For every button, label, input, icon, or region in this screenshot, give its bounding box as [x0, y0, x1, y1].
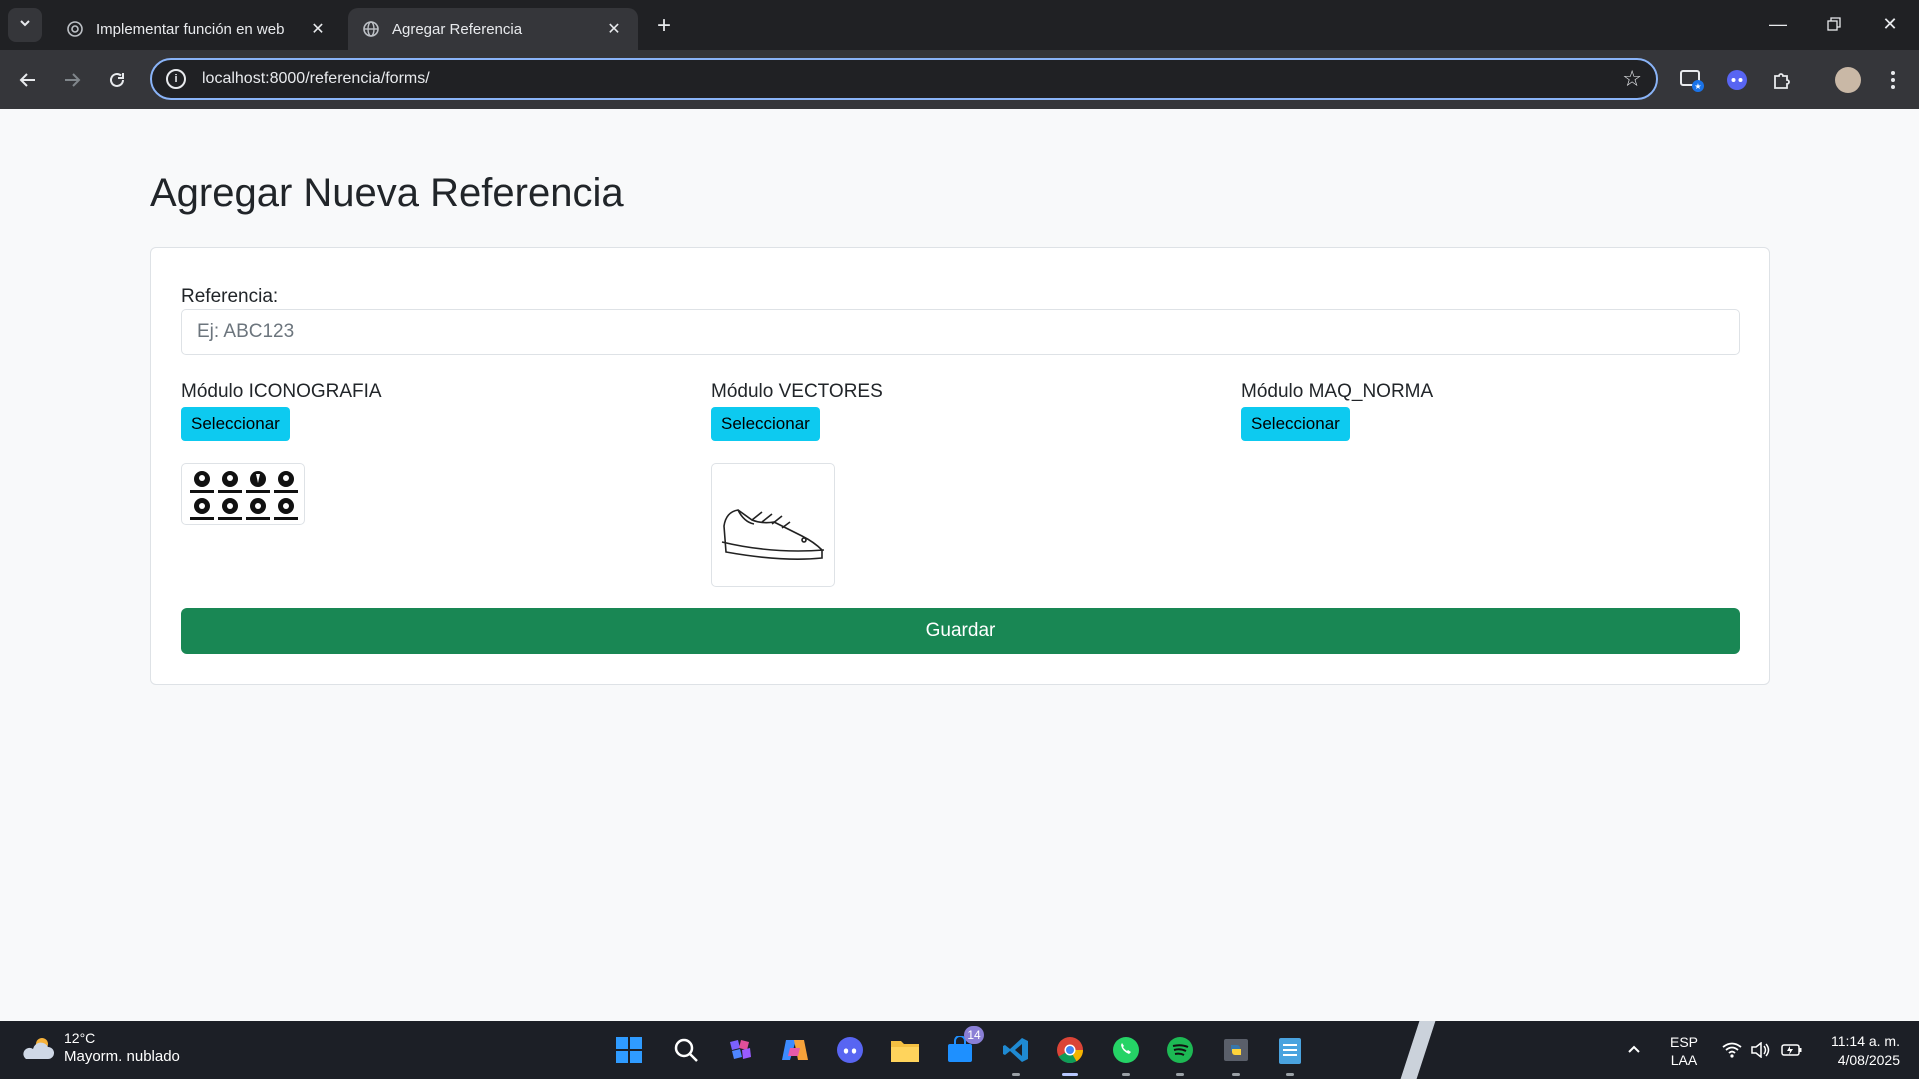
extension-cast-icon[interactable]: ★ [1676, 64, 1708, 96]
tab-label: Agregar Referencia [392, 20, 523, 38]
cloud-sun-icon [23, 1037, 54, 1059]
weather-widget[interactable]: 12°C Mayorm. nublado [20, 1029, 180, 1066]
microsoft-store-icon[interactable]: 14 [942, 1026, 984, 1068]
select-iconografia-button[interactable]: Seleccionar [181, 407, 290, 441]
vectores-preview-image [711, 463, 835, 587]
copilot-icon[interactable] [777, 1032, 813, 1068]
reference-label: Referencia: [181, 286, 279, 307]
bookmark-star-icon[interactable]: ☆ [1622, 66, 1642, 92]
wifi-icon[interactable] [1722, 1021, 1742, 1079]
tab-implementar[interactable]: Implementar función en web ✕ [52, 8, 342, 50]
page-title: Agregar Nueva Referencia [150, 171, 624, 215]
close-tab-icon[interactable]: ✕ [604, 19, 624, 39]
running-indicator [1012, 1073, 1020, 1076]
module-vectores: Módulo VECTORES Seleccionar [711, 381, 1211, 441]
running-indicator [1122, 1073, 1130, 1076]
save-button[interactable]: Guardar [181, 608, 1740, 654]
avatar [1835, 67, 1861, 93]
weather-temp: 12°C [64, 1030, 96, 1046]
vscode-icon[interactable] [998, 1032, 1034, 1076]
module-title: Módulo MAQ_NORMA [1241, 381, 1434, 402]
whatsapp-icon[interactable] [1108, 1032, 1144, 1076]
close-tab-icon[interactable]: ✕ [308, 19, 328, 39]
page-content: Agregar Nueva Referencia Referencia: Mód… [0, 109, 1919, 1021]
winget-store-icon[interactable] [722, 1032, 758, 1068]
system-clock[interactable]: 11:14 a. m. 4/08/2025 [1810, 1032, 1900, 1070]
close-window-icon[interactable]: ✕ [1862, 0, 1918, 48]
search-icon[interactable] [668, 1032, 704, 1068]
windows-taskbar: 12°C Mayorm. nublado 14 ESP LAA 11:14 a.… [0, 1021, 1919, 1079]
store-badge: 14 [964, 1026, 984, 1044]
chevron-down-icon [18, 16, 32, 35]
tab-label: Implementar función en web [96, 20, 285, 38]
reload-icon[interactable] [99, 62, 135, 98]
chrome-icon[interactable] [1052, 1032, 1088, 1076]
python-icon[interactable] [1218, 1032, 1254, 1076]
minimize-icon[interactable]: — [1750, 0, 1806, 48]
weather-desc: Mayorm. nublado [64, 1048, 180, 1065]
select-maq-norma-button[interactable]: Seleccionar [1241, 407, 1350, 441]
browser-titlebar: Implementar función en web ✕ Agregar Ref… [0, 0, 1919, 50]
file-explorer-icon[interactable] [887, 1032, 923, 1068]
site-info-icon[interactable]: i [166, 69, 186, 89]
windows-start-icon[interactable] [611, 1032, 647, 1068]
volume-icon[interactable] [1750, 1021, 1770, 1079]
tab-agregar-referencia[interactable]: Agregar Referencia ✕ [348, 8, 638, 50]
language-indicator[interactable]: ESP LAA [1670, 1033, 1698, 1069]
extension-bot-icon[interactable] [1721, 64, 1753, 96]
running-indicator [1176, 1073, 1184, 1076]
notepad-icon[interactable] [1272, 1032, 1308, 1076]
clock-time: 11:14 a. m. [1830, 1033, 1900, 1049]
module-maq-norma: Módulo MAQ_NORMA Seleccionar [1241, 381, 1741, 441]
language-top: ESP [1670, 1034, 1699, 1050]
url-text[interactable]: localhost:8000/referencia/forms/ [202, 70, 1622, 88]
back-icon[interactable] [10, 62, 46, 98]
module-title: Módulo VECTORES [711, 381, 883, 402]
spotify-icon[interactable] [1162, 1032, 1198, 1076]
language-bottom: LAA [1670, 1052, 1698, 1068]
reference-form-card: Referencia: Módulo ICONOGRAFIA Seleccion… [150, 247, 1770, 685]
running-indicator [1062, 1073, 1078, 1076]
wallpaper-streak [1400, 1021, 1436, 1079]
address-bar[interactable]: i localhost:8000/referencia/forms/ ☆ [150, 58, 1658, 100]
module-title: Módulo ICONOGRAFIA [181, 381, 382, 402]
extensions-puzzle-icon[interactable] [1766, 64, 1798, 96]
running-indicator [1286, 1073, 1294, 1076]
discord-icon[interactable] [832, 1032, 868, 1068]
profile-avatar[interactable] [1832, 64, 1864, 96]
browser-toolbar: i localhost:8000/referencia/forms/ ☆ ★ [0, 50, 1919, 109]
openai-icon [66, 20, 84, 38]
running-indicator [1232, 1073, 1240, 1076]
tab-search-button[interactable] [8, 8, 42, 42]
battery-icon[interactable] [1781, 1021, 1803, 1079]
new-tab-button[interactable]: + [650, 12, 678, 40]
reference-input[interactable] [181, 309, 1740, 355]
menu-kebab-icon[interactable] [1877, 64, 1909, 96]
select-vectores-button[interactable]: Seleccionar [711, 407, 820, 441]
show-hidden-icons-chevron-icon[interactable] [1626, 1021, 1642, 1079]
restore-icon[interactable] [1806, 0, 1862, 48]
clock-date: 4/08/2025 [1837, 1052, 1900, 1068]
iconografia-preview-image [181, 463, 305, 525]
module-iconografia: Módulo ICONOGRAFIA Seleccionar [181, 381, 681, 441]
globe-icon [362, 20, 380, 38]
forward-icon[interactable] [54, 62, 90, 98]
svg-text:★: ★ [1694, 82, 1701, 91]
